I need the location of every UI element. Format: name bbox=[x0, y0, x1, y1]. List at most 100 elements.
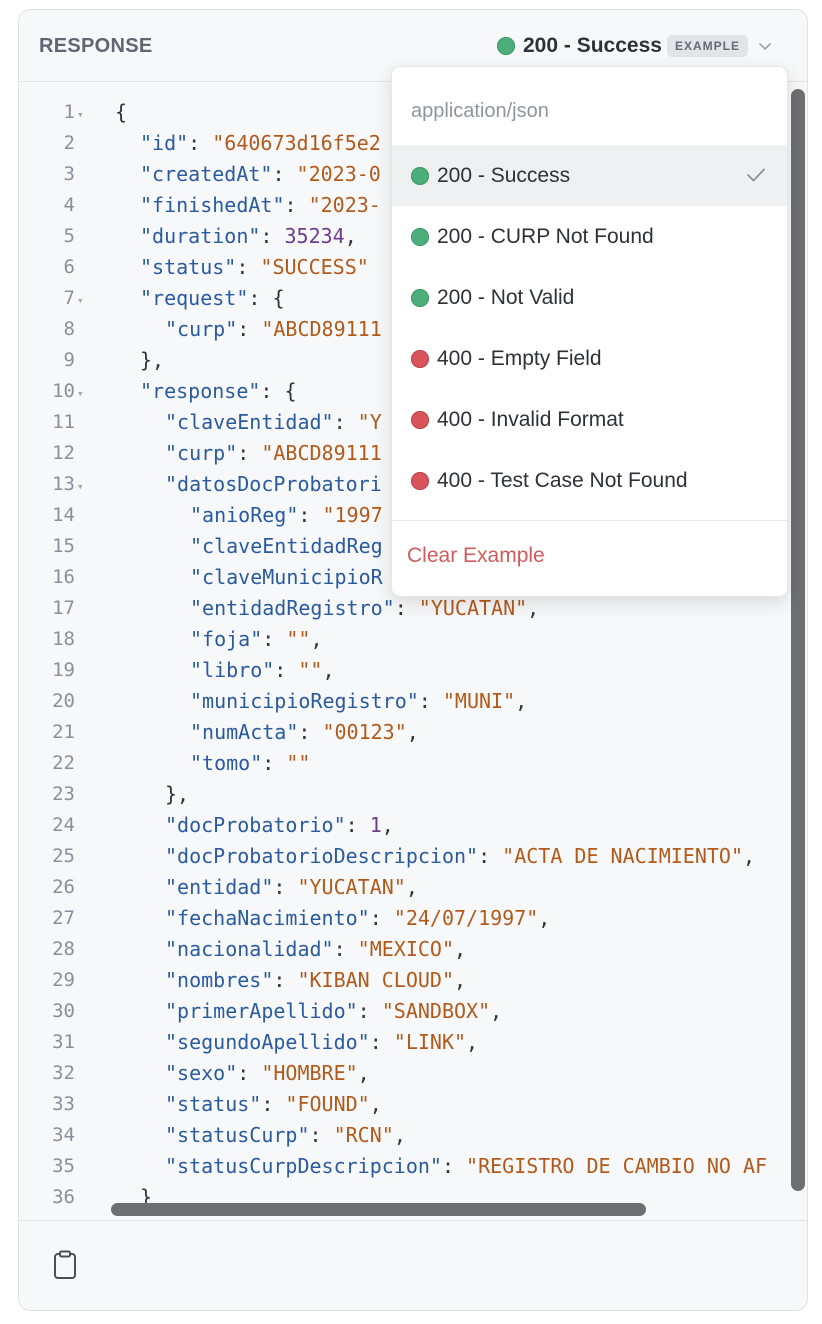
vertical-scrollbar[interactable] bbox=[791, 89, 805, 1191]
clipboard-icon[interactable] bbox=[52, 1250, 78, 1280]
dropdown-option-label: 200 - CURP Not Found bbox=[437, 224, 654, 248]
code-line: 27 "fechaNacimiento": "24/07/1997", bbox=[19, 903, 807, 934]
line-number: 34 bbox=[52, 1124, 75, 1146]
line-number: 24 bbox=[52, 814, 75, 836]
code-text: "anioReg": "1997 bbox=[190, 503, 383, 527]
status-dot-icon bbox=[411, 166, 429, 185]
line-number: 19 bbox=[52, 659, 75, 681]
line-number: 20 bbox=[52, 690, 75, 712]
code-line: 28 "nacionalidad": "MEXICO", bbox=[19, 934, 807, 965]
line-number: 25 bbox=[52, 845, 75, 867]
line-number: 31 bbox=[52, 1031, 75, 1053]
fold-toggle-icon[interactable]: ▾ bbox=[77, 99, 84, 130]
code-text: { bbox=[115, 100, 128, 124]
code-text: "libro": "", bbox=[190, 658, 335, 682]
code-text: "claveEntidad": "Y bbox=[165, 410, 382, 434]
line-number: 32 bbox=[52, 1062, 75, 1084]
line-number: 17 bbox=[52, 597, 75, 619]
line-number: 30 bbox=[52, 1000, 75, 1022]
line-number: 10 bbox=[52, 380, 75, 402]
code-text: "nacionalidad": "MEXICO", bbox=[165, 937, 467, 961]
code-text: "curp": "ABCD89111 bbox=[165, 317, 382, 341]
code-line: 21 "numActa": "00123", bbox=[19, 717, 807, 748]
line-number: 15 bbox=[52, 535, 75, 557]
code-text: "datosDocProbatori bbox=[165, 472, 382, 496]
dropdown-option[interactable]: 200 - Not Valid bbox=[392, 267, 787, 328]
code-line: 33 "status": "FOUND", bbox=[19, 1089, 807, 1120]
code-text: "entidadRegistro": "YUCATAN", bbox=[190, 596, 540, 620]
status-dot-icon bbox=[411, 471, 429, 490]
code-text: "id": "640673d16f5e2 bbox=[140, 131, 381, 155]
fold-toggle-icon[interactable]: ▾ bbox=[77, 285, 84, 316]
code-line: 22 "tomo": "" bbox=[19, 748, 807, 779]
code-text: "status": "SUCCESS" bbox=[140, 255, 369, 279]
code-line: 24 "docProbatorio": 1, bbox=[19, 810, 807, 841]
line-number: 12 bbox=[52, 442, 75, 464]
code-text: "finishedAt": "2023- bbox=[140, 193, 381, 217]
code-text: }, bbox=[165, 782, 190, 806]
code-text: "duration": 35234, bbox=[140, 224, 357, 248]
line-number: 7 bbox=[63, 287, 75, 309]
response-title: RESPONSE bbox=[39, 35, 153, 57]
line-number: 2 bbox=[63, 132, 75, 154]
code-text: "primerApellido": "SANDBOX", bbox=[165, 999, 503, 1023]
line-number: 9 bbox=[63, 349, 75, 371]
code-text: "sexo": "HOMBRE", bbox=[165, 1061, 370, 1085]
status-dot-icon bbox=[411, 227, 429, 246]
clear-example-button[interactable]: Clear Example bbox=[407, 544, 545, 568]
code-text: "tomo": "" bbox=[190, 751, 311, 775]
code-line: 25 "docProbatorioDescripcion": "ACTA DE N… bbox=[19, 841, 807, 872]
code-text: "curp": "ABCD89111 bbox=[165, 441, 382, 465]
status-dot-icon bbox=[411, 410, 429, 429]
code-line: 26 "entidad": "YUCATAN", bbox=[19, 872, 807, 903]
code-line: 19 "libro": "", bbox=[19, 655, 807, 686]
code-line: 29 "nombres": "KIBAN CLOUD", bbox=[19, 965, 807, 996]
code-text: }, bbox=[140, 348, 165, 372]
dropdown-option[interactable]: 200 - CURP Not Found bbox=[392, 206, 787, 267]
dropdown-option[interactable]: 400 - Test Case Not Found bbox=[392, 450, 787, 511]
horizontal-scrollbar[interactable] bbox=[111, 1203, 646, 1216]
line-number: 16 bbox=[52, 566, 75, 588]
code-line: 20 "municipioRegistro": "MUNI", bbox=[19, 686, 807, 717]
line-number: 8 bbox=[63, 318, 75, 340]
code-line: 23}, bbox=[19, 779, 807, 810]
dropdown-divider bbox=[392, 520, 787, 521]
line-number: 22 bbox=[52, 752, 75, 774]
dropdown-option-label: 400 - Invalid Format bbox=[437, 407, 624, 431]
code-text: "entidad": "YUCATAN", bbox=[165, 875, 418, 899]
line-number: 35 bbox=[52, 1155, 75, 1177]
code-text: "segundoApellido": "LINK", bbox=[165, 1030, 479, 1054]
line-number: 3 bbox=[63, 163, 75, 185]
dropdown-option[interactable]: 400 - Empty Field bbox=[392, 328, 787, 389]
line-number: 29 bbox=[52, 969, 75, 991]
dropdown-option[interactable]: 200 - Success bbox=[392, 145, 787, 206]
line-number: 11 bbox=[52, 411, 75, 433]
selected-status-label: 200 - Success bbox=[523, 34, 662, 57]
fold-toggle-icon[interactable]: ▾ bbox=[77, 471, 84, 502]
line-number: 13 bbox=[52, 473, 75, 495]
line-number: 36 bbox=[52, 1186, 75, 1208]
code-line: 17 "entidadRegistro": "YUCATAN", bbox=[19, 593, 807, 624]
line-number: 28 bbox=[52, 938, 75, 960]
status-dot-icon bbox=[411, 288, 429, 307]
code-line: 30 "primerApellido": "SANDBOX", bbox=[19, 996, 807, 1027]
code-text: "numActa": "00123", bbox=[190, 720, 419, 744]
fold-toggle-icon[interactable]: ▾ bbox=[77, 378, 84, 409]
code-line: 32 "sexo": "HOMBRE", bbox=[19, 1058, 807, 1089]
line-number: 26 bbox=[52, 876, 75, 898]
dropdown-option-label: 200 - Not Valid bbox=[437, 285, 575, 309]
code-text: "request": { bbox=[140, 286, 285, 310]
example-status-select[interactable]: 200 - Success EXAMPLE bbox=[497, 31, 772, 61]
line-number: 5 bbox=[63, 225, 75, 247]
code-line: 18 "foja": "", bbox=[19, 624, 807, 655]
code-line: 34 "statusCurp": "RCN", bbox=[19, 1120, 807, 1151]
line-number: 18 bbox=[52, 628, 75, 650]
code-text: "status": "FOUND", bbox=[165, 1092, 382, 1116]
code-text: "municipioRegistro": "MUNI", bbox=[190, 689, 528, 713]
code-text: "docProbatorio": 1, bbox=[165, 813, 394, 837]
line-number: 1 bbox=[63, 101, 75, 123]
code-line: 31 "segundoApellido": "LINK", bbox=[19, 1027, 807, 1058]
example-dropdown-menu: application/json 200 - Success 200 - CURP… bbox=[391, 66, 788, 597]
dropdown-option[interactable]: 400 - Invalid Format bbox=[392, 389, 787, 450]
code-text: "claveEntidadReg bbox=[190, 534, 383, 558]
